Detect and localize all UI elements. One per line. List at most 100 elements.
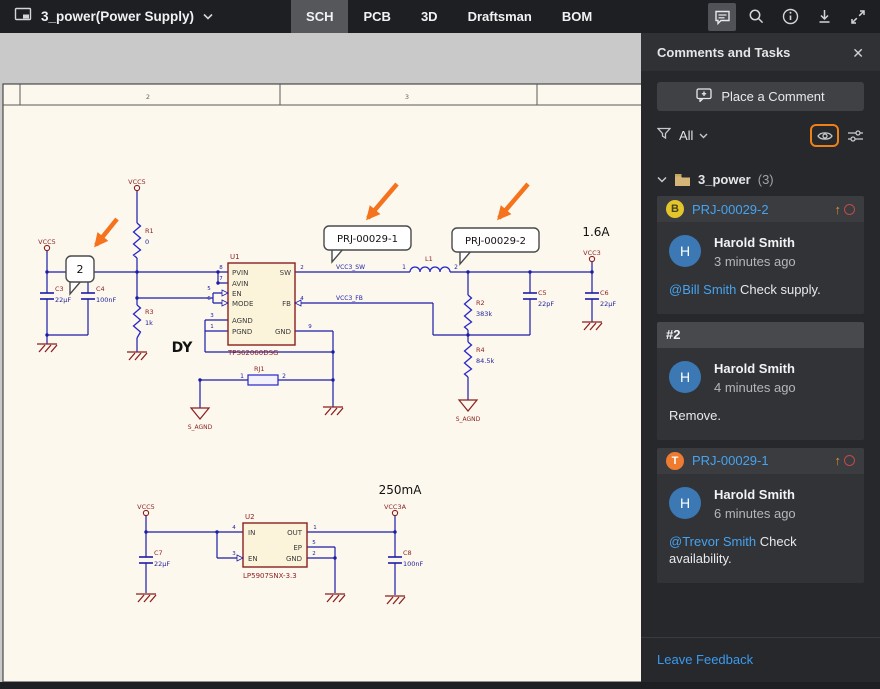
card-header-icons: ↑ (835, 203, 855, 216)
chevron-down-icon (699, 133, 708, 138)
comment-text: Remove. (669, 408, 852, 425)
pin-number: 3 (210, 313, 214, 319)
net-label-vcc3sw: VCC3_SW (336, 264, 365, 271)
designator: C8 (403, 549, 412, 557)
comment-text-body: Check supply. (740, 282, 821, 297)
net-label-vcc5: VCC5 (137, 503, 155, 511)
mention-link[interactable]: @Trevor Smith (669, 534, 756, 549)
pin-name: AGND (232, 317, 253, 325)
value: 383k (476, 310, 492, 318)
pin-name: SW (280, 269, 291, 277)
net-label-vcc3fb: VCC3_FB (336, 295, 363, 302)
avatar: H (669, 486, 701, 519)
net-label-vcc3a: VCC3A (384, 503, 407, 511)
eye-icon (816, 131, 833, 140)
document-selector[interactable]: 3_power(Power Supply) (0, 6, 225, 27)
part-u2: LP5907SNX-3.3 (243, 572, 297, 580)
designator: R2 (476, 299, 485, 307)
schematic-sheet-icon (14, 6, 32, 27)
author-name: Harold Smith (714, 360, 795, 376)
tab-3d[interactable]: 3D (406, 0, 453, 33)
task-id-link[interactable]: PRJ-00029-1 (692, 453, 769, 468)
comments-icon[interactable] (708, 2, 736, 31)
pin-number: 8 (219, 265, 223, 271)
comment-card-header[interactable]: B PRJ-00029-2 ↑ (657, 196, 864, 222)
sheet-tree-item[interactable]: 3_power (3) (657, 172, 864, 187)
jumper-rj1 (247, 374, 279, 386)
leave-feedback-link[interactable]: Leave Feedback (657, 652, 753, 667)
pin-number: 5 (207, 286, 211, 292)
comment-card-body: H Harold Smith 6 minutes ago @Trevor Smi… (657, 473, 864, 583)
value: 22µF (55, 296, 71, 304)
toolbar-icons (708, 2, 880, 31)
close-icon[interactable]: ✕ (852, 46, 864, 60)
designator: R3 (145, 308, 154, 316)
sheet-name: 3_power (698, 172, 751, 187)
pin-number: 4 (232, 525, 236, 531)
filter-label: All (679, 128, 694, 143)
download-icon[interactable] (810, 3, 838, 31)
pin-number: 2 (282, 373, 286, 380)
search-icon[interactable] (742, 3, 770, 31)
comment-settings-button[interactable] (847, 129, 864, 143)
document-title: 3_power(Power Supply) (41, 9, 195, 24)
chevron-down-icon (657, 176, 667, 183)
pin-number: 9 (308, 324, 312, 330)
designator: R4 (476, 346, 485, 354)
info-icon[interactable] (776, 3, 804, 31)
pin-number: 1 (402, 264, 406, 271)
comment-card-header[interactable]: T PRJ-00029-1 ↑ (657, 447, 864, 474)
pin-name: GND (275, 328, 291, 336)
schematic-canvas[interactable]: 2 3 VCC5 VCC5 VCC3 VCC5 VCC3A S_AGND S_A… (0, 33, 641, 682)
pin-name: EN (248, 555, 258, 563)
comment-card-body: H Harold Smith 4 minutes ago Remove. (657, 347, 864, 440)
main-area: 2 3 VCC5 VCC5 VCC3 VCC5 VCC3A S_AGND S_A… (0, 33, 880, 682)
part-u1: TPS62060DSG (227, 349, 278, 357)
pin-number: 5 (312, 540, 316, 546)
comments-list[interactable]: 3_power (3) B PRJ-00029-2 ↑ H Harold Smi… (641, 147, 880, 637)
avatar: H (669, 360, 701, 393)
comment-text: @Trevor Smith Check availability. (669, 534, 852, 568)
pin-number: 2 (312, 551, 316, 557)
panel-footer: Leave Feedback (641, 637, 880, 682)
comment-card-header[interactable]: #2 (657, 321, 864, 348)
filter-all-dropdown[interactable]: All (679, 128, 708, 143)
comments-panel: Comments and Tasks ✕ Place a Comment All (641, 33, 880, 682)
value: 100nF (403, 560, 424, 568)
tab-draftsman[interactable]: Draftsman (453, 0, 547, 33)
pin-number: 7 (219, 276, 223, 282)
sheet-col-label: 3 (405, 93, 409, 101)
annotation-dy: DY (172, 340, 194, 356)
value: 0 (145, 238, 149, 246)
pin-number: 1 (240, 373, 244, 380)
net-label-vcc5: VCC5 (38, 238, 56, 246)
panel-title: Comments and Tasks (657, 45, 791, 60)
pin-name: IN (248, 529, 255, 537)
comment-card-body: H Harold Smith 3 minutes ago @Bill Smith… (657, 222, 864, 314)
pin-name: EN (232, 290, 242, 298)
designator-u2: U2 (245, 513, 255, 521)
author-name: Harold Smith (714, 486, 795, 502)
comment-text: @Bill Smith Check supply. (669, 282, 852, 299)
comment-marker-label: PRJ-00029-1 (337, 234, 398, 245)
designator: C5 (538, 289, 547, 297)
fullscreen-icon[interactable] (844, 3, 872, 31)
value: 1k (145, 319, 153, 327)
toggle-comment-visibility-button[interactable] (810, 124, 839, 147)
comment-number: #2 (666, 327, 681, 343)
tab-bom[interactable]: BOM (547, 0, 607, 33)
pin-name: AVIN (232, 280, 248, 288)
mention-link[interactable]: @Bill Smith (669, 282, 736, 297)
designator: C4 (96, 285, 105, 293)
place-comment-button[interactable]: Place a Comment (657, 82, 864, 111)
comment-card-prj-00029-2: B PRJ-00029-2 ↑ H Harold Smith 3 minutes… (657, 196, 864, 314)
annotation-current-1: 1.6A (582, 225, 610, 239)
altium-viewer-window: 3_power(Power Supply) SCH PCB 3D Draftsm… (0, 0, 880, 689)
net-label-sagnd: S_AGND (188, 424, 213, 431)
task-id-link[interactable]: PRJ-00029-2 (692, 202, 769, 217)
bottom-bar (0, 682, 880, 689)
status-open-icon (844, 203, 855, 215)
tab-pcb[interactable]: PCB (348, 0, 405, 33)
pin-number: 1 (313, 525, 317, 531)
tab-sch[interactable]: SCH (291, 0, 349, 33)
